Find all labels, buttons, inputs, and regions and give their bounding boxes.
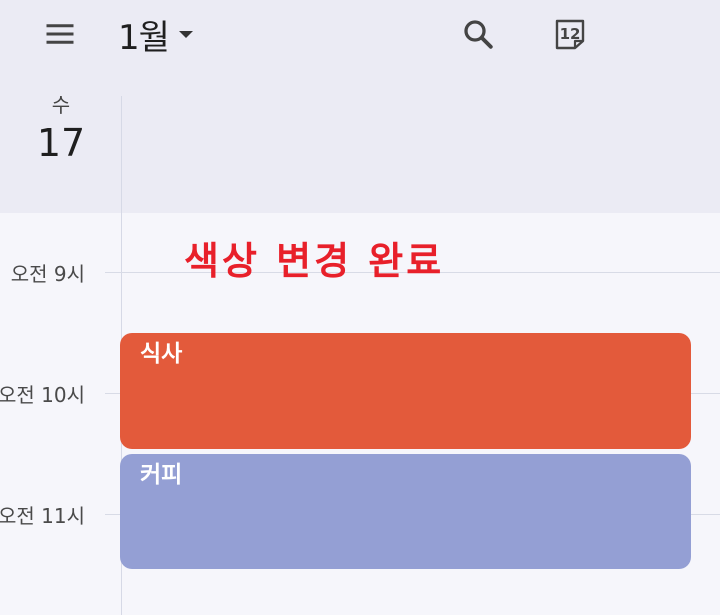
menu-icon	[46, 24, 74, 44]
time-label: 오전 10시	[0, 383, 85, 407]
day-weekday: 수	[51, 93, 71, 117]
day-number: 17	[36, 121, 86, 165]
event-title: 식사	[140, 341, 183, 367]
event-title: 커피	[140, 462, 183, 488]
today-date-number: 12	[559, 25, 581, 43]
event-block[interactable]: 식사	[120, 333, 691, 449]
search-button[interactable]	[454, 10, 502, 58]
calendar-today-icon: 12	[553, 17, 587, 51]
today-button[interactable]: 12	[546, 10, 594, 58]
time-label: 오전 11시	[0, 504, 85, 528]
month-selector[interactable]: 1월	[118, 10, 193, 58]
month-label: 1월	[118, 17, 170, 58]
search-icon	[464, 20, 493, 49]
menu-button[interactable]	[36, 12, 84, 56]
caret-down-icon	[178, 30, 193, 38]
color-change-notice: 색상 변경 완료	[184, 239, 445, 283]
time-label: 오전 9시	[10, 262, 85, 286]
calendar-header: 1월 12 수 17	[0, 0, 720, 213]
day-header[interactable]: 수 17	[22, 92, 100, 168]
event-block[interactable]: 커피	[120, 454, 691, 569]
